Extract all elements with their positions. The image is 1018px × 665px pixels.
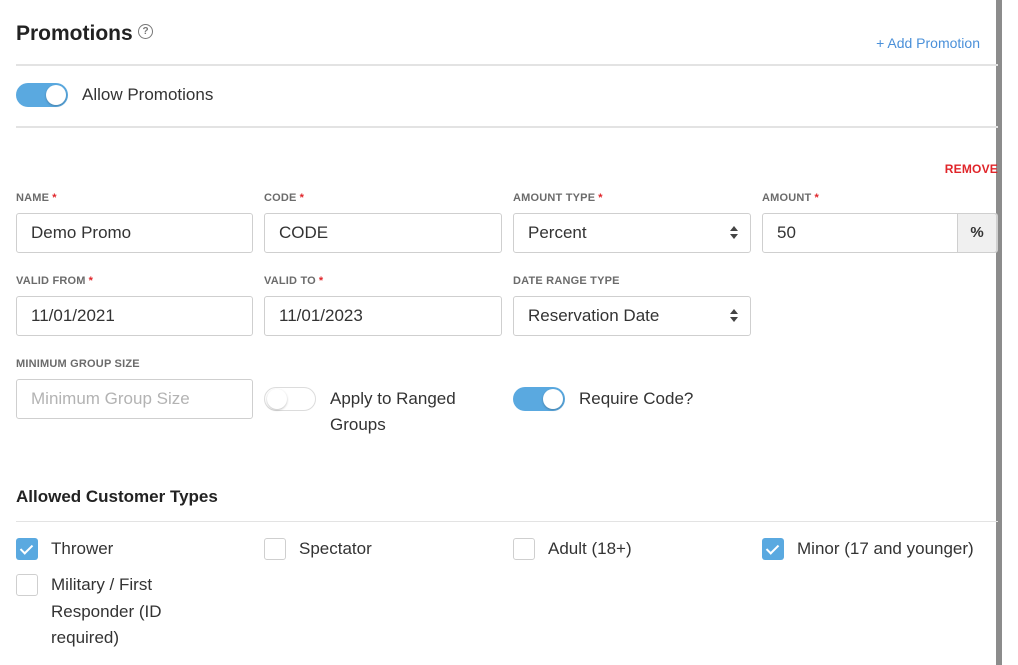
adult-checkbox[interactable] xyxy=(513,538,535,560)
amount-value: 50 xyxy=(777,223,796,242)
thrower-checkbox[interactable] xyxy=(16,538,38,560)
require-code-label: Require Code? xyxy=(579,389,694,408)
add-promotion-link[interactable]: + Add Promotion xyxy=(876,35,980,51)
toggle-knob xyxy=(46,85,66,105)
remove-promotion-button[interactable]: REMOVE xyxy=(945,162,998,176)
toggle-knob xyxy=(267,389,287,409)
scrollbar[interactable] xyxy=(996,0,1002,665)
help-icon[interactable]: ? xyxy=(138,24,153,39)
min-group-size-label: MINIMUM GROUP SIZE xyxy=(16,358,140,370)
valid-to-field[interactable]: 11/01/2023 xyxy=(264,296,502,336)
toggle-knob xyxy=(543,389,563,409)
valid-to-label: VALID TO * xyxy=(264,275,324,287)
date-range-type-value: Reservation Date xyxy=(528,306,660,325)
code-field[interactable]: CODE xyxy=(264,213,502,253)
adult-label: Adult (18+) xyxy=(548,539,632,558)
amount-type-select[interactable]: Percent xyxy=(513,213,751,253)
date-range-type-select[interactable]: Reservation Date xyxy=(513,296,751,336)
allow-promotions-toggle[interactable] xyxy=(16,83,68,107)
percent-addon: % xyxy=(957,213,997,253)
require-code-toggle[interactable] xyxy=(513,387,565,411)
thrower-label: Thrower xyxy=(51,539,114,558)
date-range-type-label: DATE RANGE TYPE xyxy=(513,275,620,287)
check-icon xyxy=(19,541,34,555)
military-first-responder-label: Military / First Responder (ID required) xyxy=(51,575,162,647)
valid-from-field[interactable]: 11/01/2021 xyxy=(16,296,253,336)
select-arrows-icon xyxy=(730,309,738,323)
select-arrows-icon xyxy=(730,226,738,240)
military-first-responder-checkbox[interactable] xyxy=(16,574,38,596)
min-group-size-field[interactable]: Minimum Group Size xyxy=(16,379,253,419)
allow-promotions-label: Allow Promotions xyxy=(82,85,214,104)
code-label: CODE * xyxy=(264,192,305,204)
minor-checkbox[interactable] xyxy=(762,538,784,560)
apply-ranged-groups-label: Apply to Ranged Groups xyxy=(330,389,456,434)
divider xyxy=(16,64,998,66)
divider xyxy=(16,521,998,522)
name-field[interactable]: Demo Promo xyxy=(16,213,253,253)
apply-ranged-groups-toggle[interactable] xyxy=(264,387,316,411)
allowed-customer-types-heading: Allowed Customer Types xyxy=(16,487,218,506)
amount-type-label: AMOUNT TYPE * xyxy=(513,192,603,204)
divider xyxy=(16,126,998,128)
minor-label: Minor (17 and younger) xyxy=(797,539,974,558)
amount-field[interactable]: 50 % xyxy=(762,213,998,253)
valid-from-label: VALID FROM * xyxy=(16,275,94,287)
check-icon xyxy=(765,541,780,555)
spectator-checkbox[interactable] xyxy=(264,538,286,560)
name-label: NAME * xyxy=(16,192,57,204)
amount-label: AMOUNT * xyxy=(762,192,819,204)
amount-type-value: Percent xyxy=(528,223,587,242)
spectator-label: Spectator xyxy=(299,539,372,558)
page-title: Promotions xyxy=(16,22,133,45)
